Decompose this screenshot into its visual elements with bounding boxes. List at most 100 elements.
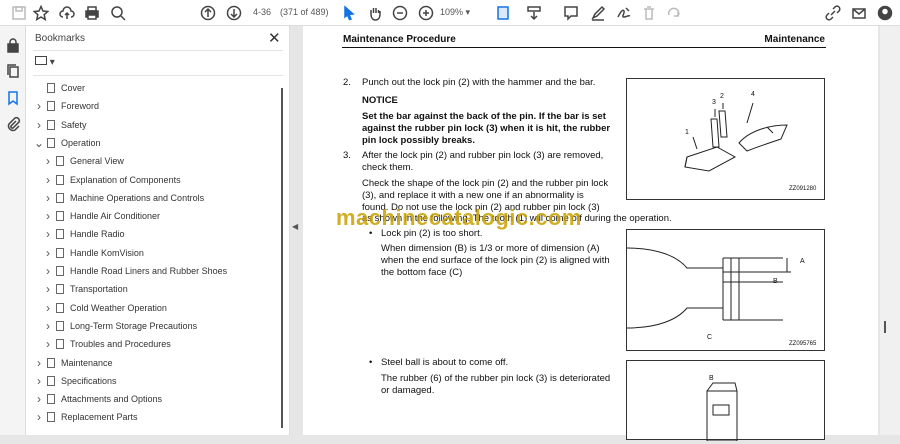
bookmark-icon (56, 339, 64, 350)
figure-code: ZZ095765 (789, 341, 817, 347)
account-icon[interactable] (876, 4, 894, 22)
bookmark-item[interactable]: Cover (34, 80, 85, 96)
chevron-right-icon[interactable]: › (43, 319, 53, 333)
chevron-right-icon[interactable]: › (43, 191, 53, 205)
bookmark-icon (56, 247, 64, 258)
highlight-pen-icon[interactable] (589, 4, 607, 22)
chevron-right-icon[interactable]: › (43, 246, 53, 260)
fit-page-icon[interactable] (494, 4, 512, 22)
bookmark-options-button[interactable]: ▾ (35, 56, 55, 68)
bookmark-icon (47, 394, 55, 405)
bookmark-icon (47, 83, 55, 93)
bookmark-icon (56, 284, 64, 295)
bookmark-icon (56, 192, 64, 203)
bookmark-item[interactable]: › Attachments and Options (34, 391, 162, 407)
search-icon[interactable] (109, 4, 127, 22)
bookmark-item[interactable]: › General View (43, 153, 124, 169)
pdf-page: Maintenance Procedure Maintenance 2. Pun… (303, 26, 878, 442)
collapse-panel-icon[interactable]: ◀ (292, 222, 298, 231)
chevron-right-icon[interactable]: › (43, 227, 53, 241)
comment-icon[interactable] (562, 4, 580, 22)
scrollbar-thumb[interactable] (884, 321, 886, 333)
chevron-right-icon[interactable]: › (43, 209, 53, 223)
lock-icon[interactable] (4, 36, 22, 54)
bookmark-icon (47, 137, 55, 148)
pages-icon[interactable] (4, 62, 22, 80)
header-right: Maintenance (764, 34, 825, 45)
bookmark-item[interactable]: › Explanation of Components (43, 172, 181, 188)
notice-line: pin lock possibly breaks. (362, 135, 475, 146)
delete-icon[interactable] (640, 4, 658, 22)
hand-icon[interactable] (366, 4, 384, 22)
bookmark-item[interactable]: › Maintenance (34, 355, 113, 371)
bullet-text: Steel ball is about to come off. (381, 357, 509, 368)
bookmark-icon (47, 357, 55, 368)
document-scrollbar[interactable] (880, 26, 900, 435)
select-cursor-icon[interactable] (340, 4, 358, 22)
page-down-icon[interactable] (225, 4, 243, 22)
bookmark-label: Cover (61, 83, 86, 93)
chevron-right-icon[interactable]: › (34, 410, 44, 424)
notice-line: against the rubber pin lock (3) when it … (362, 123, 611, 134)
chevron-right-icon[interactable]: › (43, 264, 53, 278)
email-icon[interactable] (850, 4, 868, 22)
bullet-para: when the end surface of the lock pin (2)… (381, 255, 610, 266)
chevron-right-icon[interactable]: › (34, 99, 44, 113)
bookmark-item[interactable]: › Troubles and Procedures (43, 336, 171, 352)
bookmark-panel-icon[interactable] (4, 89, 22, 107)
bookmark-label: Handle Road Liners and Rubber Shoes (70, 266, 228, 276)
bookmark-item[interactable]: › Replacement Parts (34, 409, 138, 425)
share-link-icon[interactable] (824, 4, 842, 22)
chevron-down-icon[interactable]: ⌄ (34, 136, 44, 150)
close-icon[interactable]: ✕ (268, 29, 281, 47)
zoom-dropdown[interactable]: 109% ▾ (440, 7, 470, 18)
bookmark-item[interactable]: › Specifications (34, 373, 117, 389)
page-number-input[interactable]: 4-36 (253, 7, 271, 17)
bullet-para: The rubber (6) of the rubber pin lock (3… (381, 373, 611, 384)
rotate-icon[interactable] (665, 4, 683, 22)
bookmark-item[interactable]: › Long-Term Storage Precautions (43, 318, 197, 334)
zoom-out-icon[interactable] (391, 4, 409, 22)
page-up-icon[interactable] (199, 4, 217, 22)
bookmark-item[interactable]: › Handle KomVision (43, 245, 144, 261)
bookmark-label: Maintenance (61, 357, 113, 368)
bookmark-label: Long-Term Storage Precautions (70, 320, 198, 331)
attachment-icon[interactable] (4, 115, 22, 133)
figure-tooth-pins: 1 2 3 4 ZZ091280 (626, 78, 825, 200)
bookmark-item[interactable]: › Safety (34, 117, 87, 133)
bookmark-item[interactable]: › Foreword (34, 98, 99, 114)
sign-icon[interactable] (615, 4, 633, 22)
bookmark-item[interactable]: › Handle Radio (43, 226, 125, 242)
bookmark-item[interactable]: › Transportation (43, 281, 128, 297)
chevron-right-icon[interactable]: › (34, 356, 44, 370)
bookmark-label: Handle Air Conditioner (70, 211, 161, 222)
watermark: machinecatalogic.com (336, 205, 582, 230)
zoom-in-icon[interactable] (417, 4, 435, 22)
panel-scrollbar[interactable] (281, 88, 283, 428)
chevron-right-icon[interactable]: › (43, 282, 53, 296)
bookmark-item[interactable]: › Handle Air Conditioner (43, 208, 160, 224)
chevron-right-icon[interactable]: › (43, 173, 53, 187)
print-icon[interactable] (83, 4, 101, 22)
para-line: Check the shape of the lock pin (2) and … (362, 178, 609, 189)
figure-code: ZZ091280 (789, 186, 817, 192)
chevron-right-icon[interactable]: › (43, 337, 53, 351)
fig-label: 3 (712, 99, 716, 106)
bookmark-item[interactable]: › Machine Operations and Controls (43, 190, 204, 206)
star-icon[interactable] (32, 4, 50, 22)
save-icon[interactable] (10, 4, 28, 22)
bookmark-item[interactable]: › Handle Road Liners and Rubber Shoes (43, 263, 227, 279)
chevron-right-icon[interactable]: › (43, 154, 53, 168)
bookmark-item[interactable]: ⌄ Operation (34, 135, 101, 151)
zoom-value: 109% (440, 7, 464, 17)
step-number: 2. (343, 77, 351, 88)
chevron-right-icon[interactable]: › (34, 392, 44, 406)
chevron-right-icon[interactable]: › (34, 118, 44, 132)
fig-label: 2 (720, 93, 724, 100)
chevron-right-icon[interactable]: › (34, 374, 44, 388)
bookmark-item[interactable]: › Cold Weather Operation (43, 300, 167, 316)
bookmark-label: Replacement Parts (61, 412, 138, 423)
scroll-mode-icon[interactable] (525, 4, 543, 22)
chevron-right-icon[interactable]: › (43, 301, 53, 315)
cloud-upload-icon[interactable] (58, 4, 76, 22)
